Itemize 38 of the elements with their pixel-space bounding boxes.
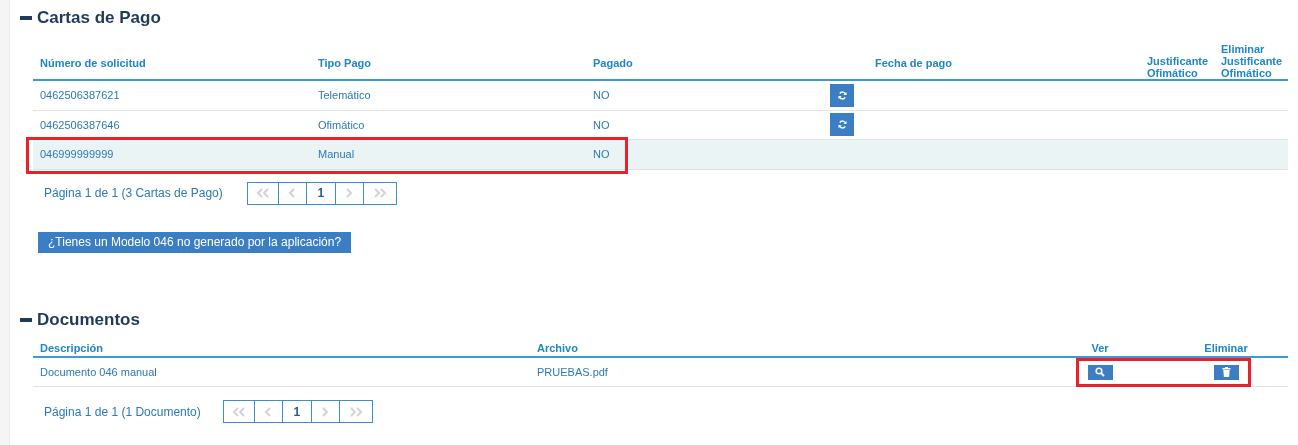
table-cell-text: Documento 046 manual (39, 364, 158, 380)
add-model-button[interactable]: ¿Tienes un Modelo 046 no generado por la aplicación? (38, 231, 352, 253)
table-cell-text: NO (592, 117, 611, 133)
table-cell-text: Telemático (317, 88, 372, 103)
column-header: Eliminar Justificante Ofimático (1220, 43, 1284, 80)
table-cell-text: Ofimático (317, 117, 366, 133)
table-cell-text: PRUEBAS.pdf (536, 364, 609, 380)
column-header: Ver (1090, 342, 1110, 354)
column-header: Descripción (39, 342, 104, 354)
delete-button[interactable] (1213, 364, 1239, 380)
view-button[interactable] (1087, 364, 1113, 380)
section-title: Documentos (37, 309, 140, 332)
chevron-icon (254, 188, 271, 198)
table-cell-text: NO (592, 147, 611, 162)
column-header: Justificante Ofimático (1146, 55, 1210, 80)
chevron-icon (371, 188, 388, 198)
table-cell-text: Manual (317, 147, 356, 162)
table-cell-text: 0462506387621 (39, 88, 121, 103)
search-icon (1095, 367, 1105, 377)
section-title: Cartas de Pago (37, 7, 161, 30)
column-header: Eliminar (1203, 342, 1249, 354)
trash-icon (1221, 367, 1231, 377)
pagination-summary: Página 1 de 1 (3 Cartas de Pago) (44, 185, 223, 202)
table-cell-text: NO (592, 88, 611, 103)
table-cell-text: 0462506387646 (39, 117, 121, 133)
table-cell-text: 046999999999 (39, 147, 115, 162)
column-header: Fecha de pago (874, 55, 954, 69)
column-header: Tipo Pago (317, 55, 372, 69)
chevron-icon (347, 406, 364, 417)
refresh-icon (837, 120, 847, 130)
refresh-button[interactable] (830, 83, 854, 107)
column-header: Pagado (592, 55, 634, 69)
chevron-icon (230, 406, 247, 417)
refresh-button[interactable] (830, 113, 854, 137)
column-header: Archivo (536, 342, 579, 354)
column-header: Número de solicitud (39, 55, 147, 69)
pagination-summary: Página 1 de 1 (1 Documento) (44, 403, 201, 421)
refresh-icon (837, 90, 847, 100)
